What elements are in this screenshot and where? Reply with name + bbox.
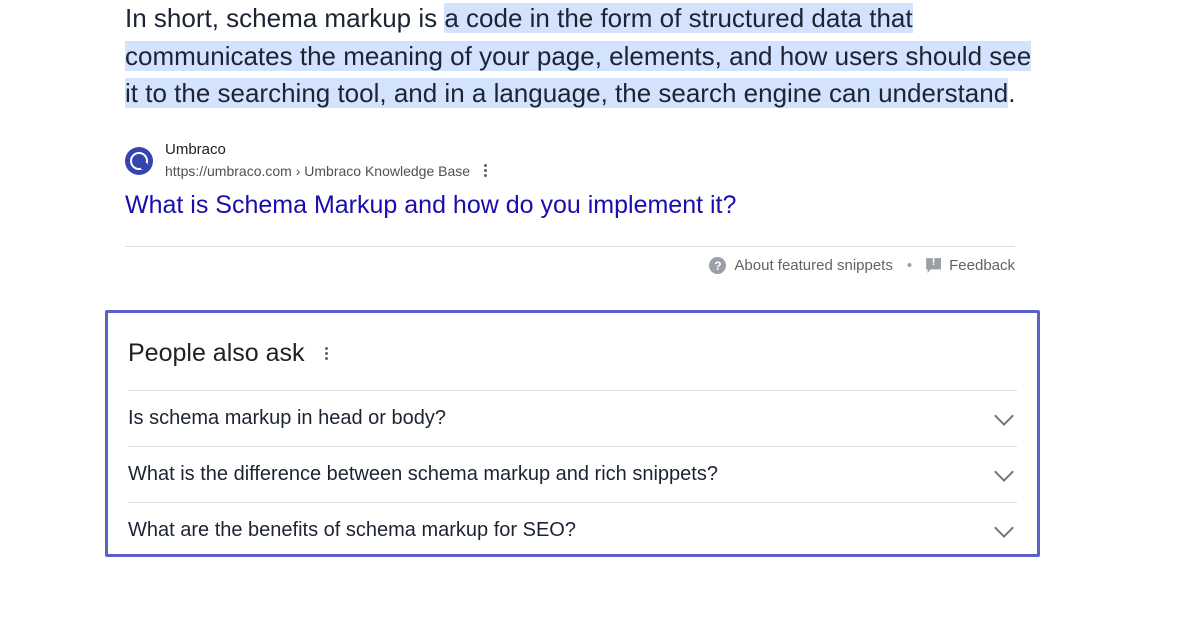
- umbraco-favicon: [125, 147, 153, 175]
- chevron-down-icon: [994, 462, 1014, 482]
- snippet-prefix: In short, schema markup is: [125, 3, 444, 33]
- snippet-suffix: .: [1008, 78, 1015, 108]
- about-label: About featured snippets: [734, 257, 892, 274]
- chevron-down-icon: [994, 518, 1014, 538]
- paa-heading: People also ask: [128, 339, 305, 368]
- paa-more-options-icon[interactable]: [321, 343, 332, 364]
- paa-item[interactable]: What is the difference between schema ma…: [128, 446, 1017, 502]
- about-featured-snippets-link[interactable]: ? About featured snippets: [709, 257, 892, 274]
- featured-snippet-text: In short, schema markup is a code in the…: [125, 0, 1040, 113]
- separator-dot: •: [907, 257, 912, 274]
- help-icon: ?: [709, 257, 726, 274]
- paa-question: What is the difference between schema ma…: [128, 463, 718, 486]
- chevron-down-icon: [994, 406, 1014, 426]
- paa-item[interactable]: What are the benefits of schema markup f…: [128, 502, 1017, 554]
- paa-question: What are the benefits of schema markup f…: [128, 519, 576, 542]
- source-row[interactable]: Umbraco https://umbraco.com › Umbraco Kn…: [125, 141, 1040, 181]
- snippet-meta-row: ? About featured snippets • Feedback: [125, 246, 1015, 274]
- source-name: Umbraco: [165, 141, 491, 158]
- more-options-icon[interactable]: [480, 160, 491, 181]
- feedback-link[interactable]: Feedback: [926, 257, 1015, 274]
- paa-item[interactable]: Is schema markup in head or body?: [128, 390, 1017, 446]
- feedback-label: Feedback: [949, 257, 1015, 274]
- feedback-icon: [926, 258, 941, 273]
- people-also-ask-box: People also ask Is schema markup in head…: [105, 310, 1040, 557]
- source-url: https://umbraco.com › Umbraco Knowledge …: [165, 163, 470, 179]
- result-title-link[interactable]: What is Schema Markup and how do you imp…: [125, 191, 736, 220]
- paa-question: Is schema markup in head or body?: [128, 407, 446, 430]
